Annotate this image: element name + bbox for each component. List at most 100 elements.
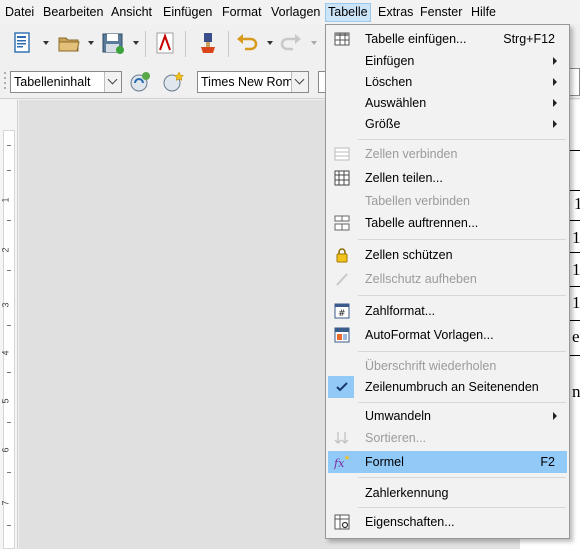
menu-separator <box>358 239 566 240</box>
cell-text: 1 <box>572 260 580 279</box>
toolbar-grip-icon[interactable] <box>2 69 8 93</box>
menu-separator <box>358 139 566 140</box>
menu-item-label: Tabelle einfügen... <box>365 32 467 46</box>
font-name-combo[interactable]: Times New Roma <box>197 71 309 93</box>
menu-item-ueberschrift-wiederholen[interactable]: Überschrift wiederholen <box>328 355 567 377</box>
save-icon[interactable] <box>100 30 126 56</box>
redo-icon[interactable] <box>278 30 304 56</box>
svg-text:fx: fx <box>334 457 345 470</box>
menu-tabelle[interactable]: Tabelle <box>325 3 371 22</box>
unprotect-icon <box>336 273 348 286</box>
menu-bearbeiten[interactable]: Bearbeiten <box>41 3 105 22</box>
menu-item-label: AutoFormat Vorlagen... <box>365 328 494 342</box>
menu-item-zahlformat[interactable]: # Zahlformat... <box>328 300 567 322</box>
open-dropdown-icon[interactable] <box>88 41 94 45</box>
menu-item-accel: F2 <box>540 455 555 469</box>
ruler-tick <box>7 372 11 373</box>
menu-item-label: Einfügen <box>365 54 415 68</box>
ruler-tick <box>7 525 11 526</box>
menu-item-label: Formel <box>365 455 404 469</box>
ruler-tick <box>7 220 11 221</box>
menu-item-autoformat-vorlagen[interactable]: AutoFormat Vorlagen... <box>328 324 567 346</box>
ruler-tick <box>7 472 11 473</box>
menu-vorlagen[interactable]: Vorlagen <box>269 3 322 22</box>
table-insert-icon <box>334 32 350 46</box>
menu-item-label: Zeilenumbruch an Seitenenden <box>365 380 539 394</box>
cell-text: 1 <box>572 293 580 312</box>
menu-item-label: Eigenschaften... <box>365 515 455 529</box>
cell-text: n <box>572 382 580 401</box>
menu-item-tabelle-einfuegen[interactable]: Tabelle einfügen... Strg+F12 <box>328 28 567 50</box>
menu-item-eigenschaften[interactable]: Eigenschaften... <box>328 511 567 533</box>
split-cells-icon <box>334 170 350 186</box>
undo-icon[interactable] <box>234 30 260 56</box>
ruler-tick <box>7 422 11 423</box>
toolbar-separator <box>145 31 146 57</box>
menu-item-label: Zellschutz aufheben <box>365 272 477 286</box>
ruler-tick <box>7 325 11 326</box>
menu-item-loeschen[interactable]: Löschen <box>328 71 567 93</box>
undo-dropdown-icon[interactable] <box>267 41 273 45</box>
menu-item-tabelle-auftrennen[interactable]: Tabelle auftrennen... <box>328 212 567 234</box>
svg-text:#: # <box>338 309 346 319</box>
menu-fenster[interactable]: Fenster <box>418 3 464 22</box>
menu-bar: Datei Bearbeiten Ansicht Einfügen Format… <box>0 0 580 25</box>
menu-item-zeilenumbruch[interactable]: Zeilenumbruch an Seitenenden <box>328 376 567 398</box>
new-dropdown-icon[interactable] <box>43 41 49 45</box>
menu-item-groesse[interactable]: Größe <box>328 113 567 135</box>
open-folder-icon[interactable] <box>56 30 82 56</box>
split-table-icon <box>334 215 350 231</box>
menu-item-formel[interactable]: fx Formel F2 <box>328 451 567 473</box>
menu-item-tabellen-verbinden[interactable]: Tabellen verbinden <box>328 190 567 212</box>
sort-icon <box>334 432 349 444</box>
menu-item-zellen-verbinden[interactable]: Zellen verbinden <box>328 143 567 165</box>
ruler-number: 4 <box>0 350 11 356</box>
menu-extras[interactable]: Extras <box>376 3 415 22</box>
menu-separator <box>358 477 566 478</box>
submenu-arrow-icon <box>553 120 557 128</box>
menu-format[interactable]: Format <box>220 3 264 22</box>
update-style-icon[interactable] <box>127 69 153 95</box>
save-dropdown-icon[interactable] <box>133 41 139 45</box>
menu-item-umwandeln[interactable]: Umwandeln <box>328 405 567 427</box>
menu-item-label: Sortieren... <box>365 431 427 445</box>
menu-einfuegen[interactable]: Einfügen <box>161 3 214 22</box>
toolbar-separator <box>228 31 229 57</box>
ruler-number: 7 <box>0 500 11 506</box>
submenu-arrow-icon <box>553 412 557 420</box>
chevron-down-icon[interactable] <box>104 72 121 92</box>
formula-icon: fx <box>334 455 350 470</box>
cell-text: 1 <box>574 194 580 213</box>
cell-text: e <box>572 327 580 346</box>
redo-dropdown-icon[interactable] <box>311 41 317 45</box>
clone-formatting-icon[interactable] <box>195 30 221 56</box>
vertical-ruler: 1 2 3 4 5 6 7 <box>0 100 18 549</box>
menu-datei[interactable]: Datei <box>3 3 36 22</box>
chevron-down-icon[interactable] <box>291 72 308 92</box>
menu-item-einfuegen[interactable]: Einfügen <box>328 50 567 72</box>
menu-hilfe[interactable]: Hilfe <box>469 3 498 22</box>
ruler-number: 6 <box>0 447 11 453</box>
new-style-icon[interactable] <box>160 69 186 95</box>
menu-item-zellschutz-aufheben[interactable]: Zellschutz aufheben <box>328 268 567 290</box>
menu-item-label: Zellen schützen <box>365 248 453 262</box>
lock-icon <box>336 248 348 263</box>
paragraph-style-combo[interactable]: Tabelleninhalt <box>10 71 122 93</box>
number-format-icon: # <box>334 303 350 319</box>
menu-item-sortieren[interactable]: Sortieren... <box>328 427 567 449</box>
menu-ansicht[interactable]: Ansicht <box>109 3 154 22</box>
new-document-icon[interactable] <box>10 30 36 56</box>
font-name-value: Times New Roma <box>201 75 300 89</box>
ruler-tick <box>7 145 11 146</box>
toolbar-separator <box>185 31 186 57</box>
export-pdf-icon[interactable] <box>152 30 178 56</box>
menu-item-auswaehlen[interactable]: Auswählen <box>328 92 567 114</box>
menu-item-zellen-schuetzen[interactable]: Zellen schützen <box>328 244 567 266</box>
ruler-number: 1 <box>0 197 11 203</box>
menu-item-label: Auswählen <box>365 96 427 110</box>
submenu-arrow-icon <box>553 78 557 86</box>
menu-item-zellen-teilen[interactable]: Zellen teilen... <box>328 167 567 189</box>
menu-item-label: Tabellen verbinden <box>365 194 470 208</box>
tabelle-menu: Tabelle einfügen... Strg+F12 Einfügen Lö… <box>325 24 570 539</box>
menu-item-zahlerkennung[interactable]: Zahlerkennung <box>328 482 567 504</box>
